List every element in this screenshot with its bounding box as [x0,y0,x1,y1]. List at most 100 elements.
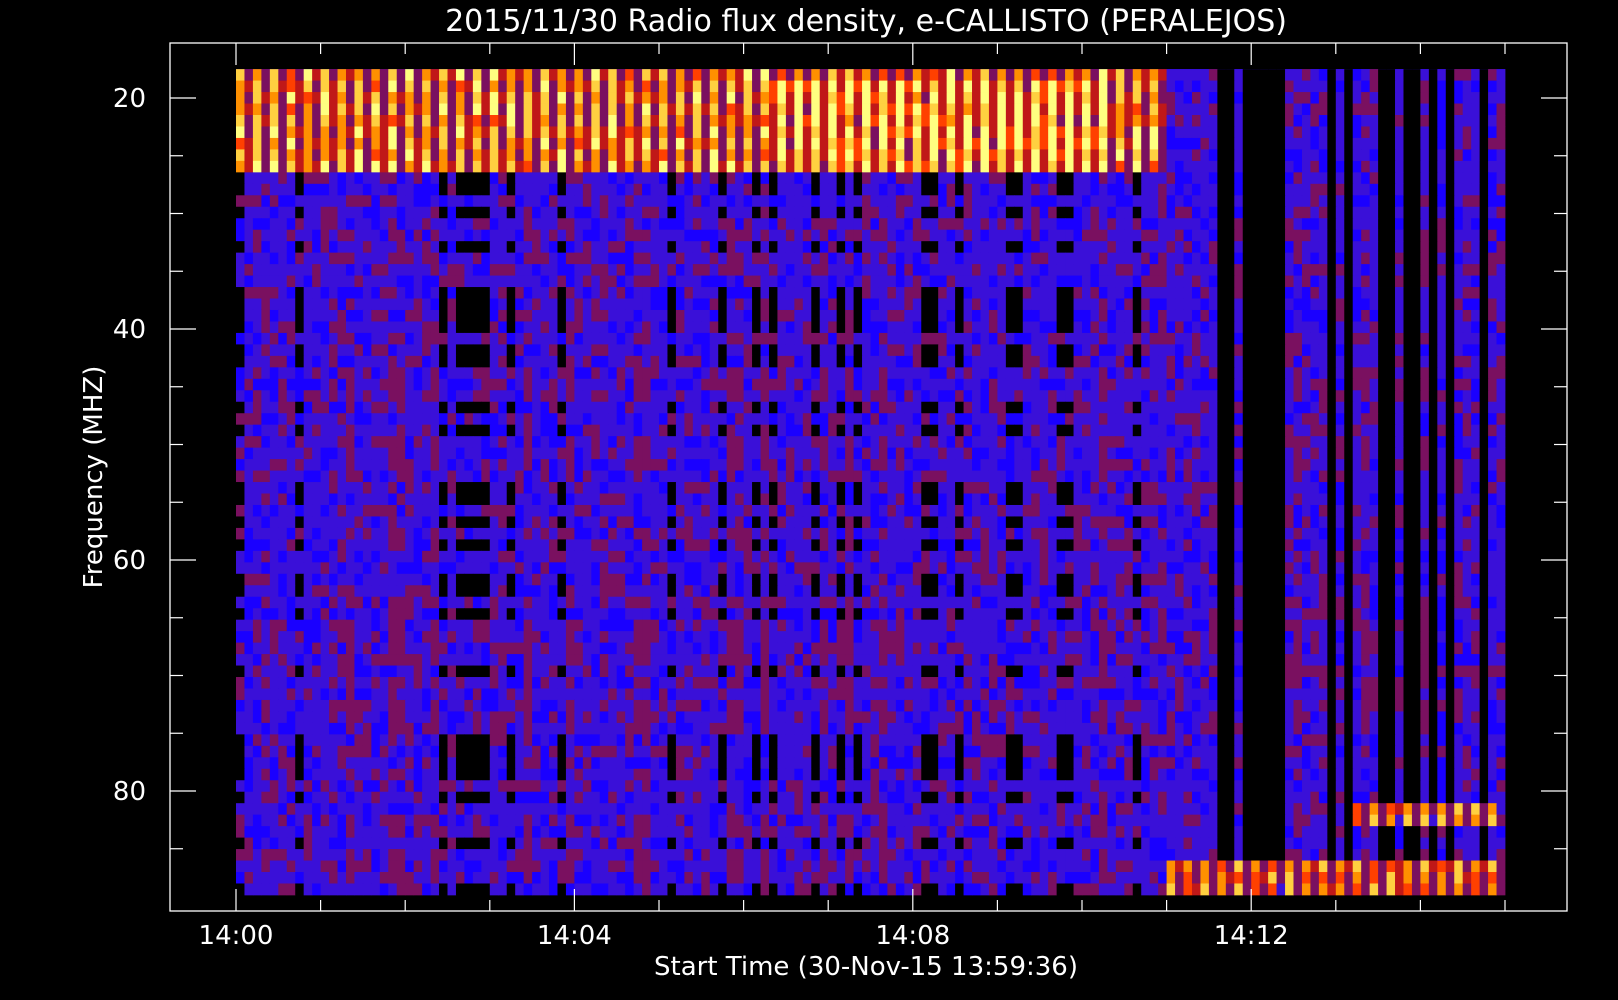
heatmap-cell [1301,367,1311,380]
heatmap-cell [616,195,626,208]
heatmap-cell [329,149,338,162]
heatmap-cell [608,218,618,231]
heatmap-cell [481,413,491,426]
heatmap-cell [997,218,1007,231]
heatmap-cell [768,390,778,403]
heatmap-cell [963,115,973,127]
heatmap-cell [853,413,863,426]
heatmap-cell [684,206,694,219]
heatmap-cell [972,367,981,380]
heatmap-cell [692,424,702,437]
heatmap-cell [1107,298,1117,311]
heatmap-cell [684,229,694,242]
heatmap-cell [489,195,499,208]
heatmap-cell [794,321,804,334]
heatmap-cell [667,332,677,345]
heatmap-cell [1386,401,1396,414]
heatmap-cell [718,309,728,322]
heatmap-cell [1293,149,1303,162]
heatmap-cell [1268,344,1277,357]
heatmap-cell [1479,355,1489,368]
heatmap-cell [312,436,321,449]
heatmap-cell [1208,436,1218,449]
heatmap-cell [625,195,635,208]
heatmap-cell [701,287,711,299]
heatmap-cell [523,241,533,254]
heatmap-cell [565,126,575,139]
heatmap-cell [752,390,761,403]
heatmap-cell [1225,321,1235,334]
heatmap-cell [1005,92,1015,104]
heatmap-cell [1158,413,1167,426]
heatmap-cell [354,447,364,460]
heatmap-cell [244,103,254,116]
heatmap-cell [642,401,651,414]
heatmap-cell [1428,378,1438,391]
heatmap-cell [1191,80,1201,93]
heatmap-cell [1200,321,1210,334]
heatmap-cell [1200,424,1210,437]
heatmap-cell [447,275,457,288]
heatmap-cell [303,183,313,196]
heatmap-cell [1310,264,1320,276]
heatmap-cell [1403,69,1413,81]
heatmap-cell [895,355,905,368]
heatmap-cell [988,126,998,139]
heatmap-cell [1259,92,1269,104]
heatmap-cell [312,126,321,139]
heatmap-cell [1276,321,1286,334]
heatmap-cell [1462,436,1472,449]
heatmap-cell [1175,92,1184,104]
heatmap-cell [1462,92,1472,104]
heatmap-cell [963,367,973,380]
heatmap-cell [1158,206,1167,219]
heatmap-cell [329,309,338,322]
heatmap-cell [667,103,677,116]
heatmap-cell [1082,172,1091,185]
heatmap-cell [709,92,719,104]
heatmap-cell [1259,206,1269,219]
heatmap-cell [625,80,635,93]
heatmap-cell [498,287,508,299]
heatmap-cell [726,390,736,403]
heatmap-cell [684,80,694,93]
heatmap-cell [269,287,279,299]
heatmap-cell [430,149,440,162]
heatmap-cell [1352,218,1362,231]
heatmap-cell [1335,298,1345,311]
heatmap-cell [1251,229,1261,242]
heatmap-cell [379,424,389,437]
heatmap-cell [320,206,330,219]
heatmap-cell [895,436,905,449]
heatmap-cell [1259,126,1269,139]
heatmap-cell [1149,401,1159,414]
heatmap-cell [345,137,355,150]
heatmap-cell [735,137,744,150]
heatmap-cell [337,183,347,196]
heatmap-cell [405,344,415,357]
heatmap-cell [532,321,541,334]
heatmap-cell [1403,355,1413,368]
heatmap-cell [269,69,279,81]
heatmap-cell [345,206,355,219]
heatmap-cell [413,103,423,116]
heatmap-cell [752,436,761,449]
heatmap-cell [1039,309,1049,322]
heatmap-cell [489,69,499,81]
heatmap-cell [616,69,626,81]
heatmap-cell [811,390,821,403]
heatmap-cell [1098,241,1108,254]
heatmap-cell [1124,309,1134,322]
heatmap-cell [642,378,651,391]
heatmap-cell [726,137,736,150]
heatmap-cell [1115,137,1125,150]
heatmap-cell [312,344,321,357]
heatmap-cell [955,137,964,150]
heatmap-cell [515,80,525,93]
heatmap-cell [591,69,601,81]
heatmap-cell [616,92,626,104]
heatmap-cell [1403,401,1413,414]
heatmap-cell [862,149,871,162]
heatmap-cell [1098,367,1108,380]
heatmap-cell [1386,332,1396,345]
